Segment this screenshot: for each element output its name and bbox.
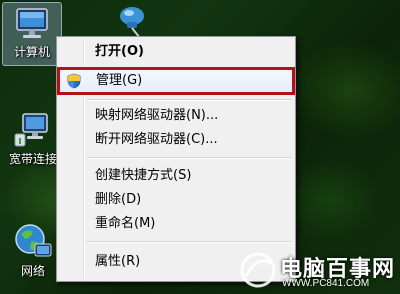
desktop-icon-label: 宽带连接 [8,152,57,166]
menu-item-open[interactable]: 打开(O) [59,41,293,63]
menu-separator [87,241,291,243]
watermark-logo-icon [240,252,276,288]
red-highlight-annotation [57,67,295,95]
menu-item-delete[interactable]: 删除(D) [59,189,293,211]
menu-item-rename[interactable]: 重命名(M) [59,213,293,235]
site-watermark: 电脑百事网 WWW.PC841.COM [236,248,398,292]
watermark-url: WWW.PC841.COM [282,278,370,289]
network-globe-icon [15,224,52,257]
desktop-icon-label: 网络 [20,264,45,278]
broadband-connection-icon [14,113,48,147]
desktop-icon-computer[interactable]: 计算机 [2,2,62,66]
menu-separator [87,99,291,101]
menu-item-map-network-drive[interactable]: 映射网络驱动器(N)... [59,105,293,127]
desktop-icon-broadband[interactable]: 宽带连接 [2,112,64,167]
menu-item-disconnect-network-drive[interactable]: 断开网络驱动器(C)... [59,129,293,151]
menu-item-create-shortcut[interactable]: 创建快捷方式(S) [59,165,293,187]
pushpin-icon [120,7,144,39]
context-menu: 打开(O) 管理(G) 映射网络驱动器(N)... 断开网络驱动器(C)... … [56,36,296,282]
menu-separator [87,157,291,159]
desktop-icon-label: 计算机 [13,45,50,59]
desktop-icon-network[interactable]: 网络 [2,222,64,279]
computer-icon [16,8,48,38]
